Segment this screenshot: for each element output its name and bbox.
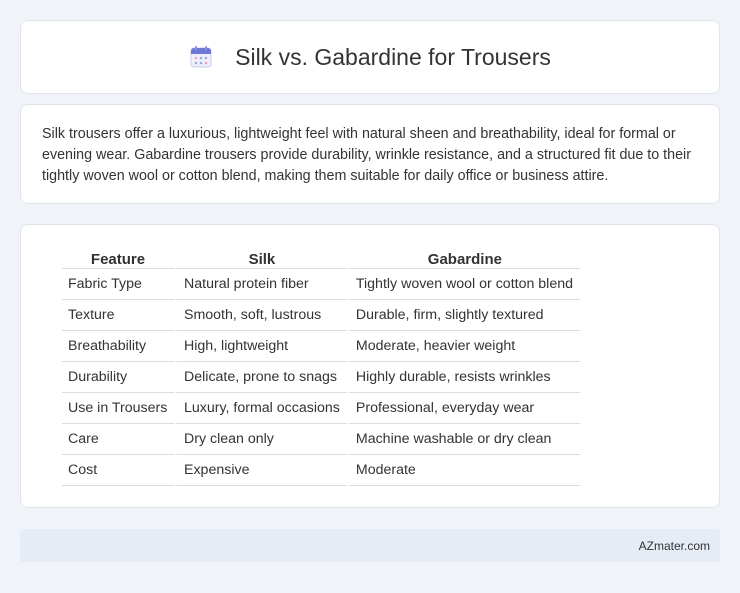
silk-cell: High, lightweight (174, 331, 346, 362)
gabardine-cell: Highly durable, resists wrinkles (345, 362, 580, 393)
header-feature: Feature (62, 245, 174, 269)
table-row: Fabric Type Natural protein fiber Tightl… (62, 269, 580, 300)
description-card: Silk trousers offer a luxurious, lightwe… (20, 104, 720, 204)
silk-cell: Natural protein fiber (174, 269, 346, 300)
table-card: Feature Silk Gabardine Fabric Type Natur… (20, 224, 720, 508)
feature-cell: Breathability (62, 331, 174, 362)
table-row: Breathability High, lightweight Moderate… (62, 331, 580, 362)
gabardine-cell: Moderate, heavier weight (345, 331, 580, 362)
title-card: Silk vs. Gabardine for Trousers (20, 20, 720, 94)
title-row: Silk vs. Gabardine for Trousers (189, 44, 551, 71)
silk-cell: Expensive (174, 455, 346, 486)
table-row: Texture Smooth, soft, lustrous Durable, … (62, 300, 580, 331)
gabardine-cell: Moderate (345, 455, 580, 486)
page-title: Silk vs. Gabardine for Trousers (235, 43, 551, 70)
header-silk: Silk (174, 245, 346, 269)
table-row: Cost Expensive Moderate (62, 455, 580, 486)
footer-bar: AZmater.com (20, 529, 720, 562)
gabardine-cell: Durable, firm, slightly textured (345, 300, 580, 331)
comparison-table: Feature Silk Gabardine Fabric Type Natur… (62, 245, 580, 486)
table-header-row: Feature Silk Gabardine (62, 245, 580, 269)
header-gabardine: Gabardine (345, 245, 580, 269)
feature-cell: Fabric Type (62, 269, 174, 300)
gabardine-cell: Tightly woven wool or cotton blend (345, 269, 580, 300)
silk-cell: Luxury, formal occasions (174, 393, 346, 424)
table-row: Care Dry clean only Machine washable or … (62, 424, 580, 455)
description-text: Silk trousers offer a luxurious, lightwe… (42, 126, 691, 184)
gabardine-cell: Machine washable or dry clean (345, 424, 580, 455)
table-row: Use in Trousers Luxury, formal occasions… (62, 393, 580, 424)
feature-cell: Cost (62, 455, 174, 486)
footer-site-link[interactable]: AZmater.com (639, 539, 710, 553)
table-row: Durability Delicate, prone to snags High… (62, 362, 580, 393)
feature-cell: Durability (62, 362, 174, 393)
silk-cell: Smooth, soft, lustrous (174, 300, 346, 331)
silk-cell: Dry clean only (174, 424, 346, 455)
calendar-icon (190, 46, 212, 68)
silk-cell: Delicate, prone to snags (174, 362, 346, 393)
feature-cell: Use in Trousers (62, 393, 174, 424)
feature-cell: Care (62, 424, 174, 455)
feature-cell: Texture (62, 300, 174, 331)
gabardine-cell: Professional, everyday wear (345, 393, 580, 424)
